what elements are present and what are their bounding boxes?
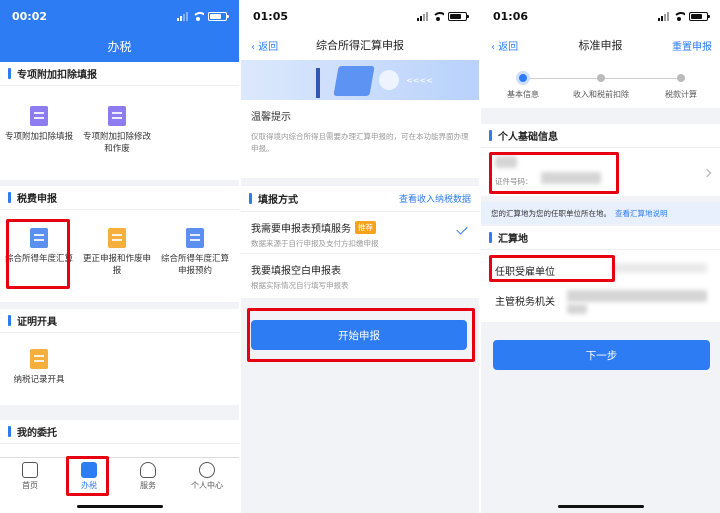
home-indicator [76,505,163,508]
status-time: 00:02 [12,9,48,23]
banner-illustration: <<<< [241,60,479,100]
status-time: 01:05 [253,9,289,23]
status-bar: 01:05 [241,0,479,32]
grid-item-special-deduction-modify[interactable]: 专项附加扣除修改和作废 [82,106,152,155]
next-step-button[interactable]: 下一步 [493,340,710,370]
fill-method-card: 填报方式 查看收入纳税数据 我需要申报表预填服务 推荐 数据来源于自行申报及支付方… [241,186,479,298]
status-time: 01:06 [493,9,529,23]
option-prefill[interactable]: 我需要申报表预填服务 推荐 数据来源于自行申报及支付方扣缴申报 [241,212,479,254]
app-header: 00:02 办税 [0,0,239,62]
document-edit-icon [30,106,48,126]
chevron-right-icon[interactable] [702,168,712,178]
highlight-box [66,456,109,496]
back-button[interactable]: ‹ 返回 [241,38,301,53]
annual-settlement-screen: 01:05 ‹ 返回 综合所得汇算申报 <<<< 温馨提示 仅取得境内综合所得且… [241,0,479,513]
highlight-box [247,308,475,362]
section-title: 证明开具 [17,317,57,328]
battery-icon [448,11,469,21]
signal-icon [417,11,428,21]
signal-icon [177,11,188,21]
highlight-box [489,255,615,282]
bottom-tab-bar: 首页 办税 服务 个人中心 [0,457,239,513]
section-title: 专项附加扣除填报 [17,70,97,81]
fill-method-title: 填报方式 [258,195,298,206]
recommend-badge: 推荐 [355,221,376,234]
redacted-tax-authority-2 [567,304,587,314]
page-title: 标准申报 [578,39,623,52]
option-desc: 根据实际情况自行填写申报表 [251,281,349,290]
redacted-tax-authority [567,290,707,302]
home-icon [22,462,38,478]
wifi-icon [432,11,444,21]
page-title: 综合所得汇算申报 [316,39,404,52]
section-title: 我的委托 [17,428,57,439]
settlement-notice: 您的汇算地为您的任职单位所在地。 查看汇算地说明 [481,202,720,224]
grid-item-special-deduction-fill[interactable]: 专项附加扣除填报 [4,106,74,143]
progress-steps: 基本信息 收入和税前扣除 税款计算 [481,60,720,108]
wifi-icon [192,11,204,21]
view-income-data-link[interactable]: 查看收入纳税数据 [399,192,471,205]
option-blank-form[interactable]: 我要填报空白申报表 根据实际情况自行填写申报表 [241,254,479,296]
back-button[interactable]: ‹ 返回 [481,38,541,53]
status-bar: 00:02 [0,0,239,32]
correct-filing-icon [108,228,126,248]
section-my-delegation: 我的委托 [0,420,239,460]
status-bar: 01:06 [481,0,720,32]
heart-icon [140,462,156,478]
nav-bar: 01:06 ‹ 返回 标准申报 重置申报 [481,0,720,60]
tips-card: 温馨提示 仅取得境内综合所得且需要办理汇算申报的，可在本功能界面办理申报。 [241,100,479,178]
section-special-deduction: 专项附加扣除填报 专项附加扣除填报 专项附加扣除修改和作废 [0,62,239,180]
step-tax-calculation: 税款计算 [641,74,720,100]
step-income-deduction: 收入和税前扣除 [561,74,641,100]
home-indicator [557,505,644,508]
grid-item-settlement-appointment[interactable]: 综合所得年度汇算申报预约 [160,228,230,277]
option-title: 我要填报空白申报表 [251,266,341,277]
signal-icon [658,11,669,21]
tab-profile[interactable]: 个人中心 [182,462,232,491]
tips-body: 仅取得境内综合所得且需要办理汇算申报的，可在本功能界面办理申报。 [251,132,469,153]
tips-title: 温馨提示 [251,112,291,123]
grid-item-tax-record[interactable]: 纳税记录开具 [4,349,74,386]
info-title: 个人基础信息 [498,132,558,143]
highlight-box [489,152,619,194]
battery-icon [689,11,710,21]
battery-icon [208,11,229,21]
nav-bar: 01:05 ‹ 返回 综合所得汇算申报 [241,0,479,60]
page-title: 办税 [107,40,132,54]
option-title: 我需要申报表预填服务 [251,224,351,235]
settlement-explain-link[interactable]: 查看汇算地说明 [615,208,668,219]
document-modify-icon [108,106,126,126]
section-title: 税费申报 [17,194,57,205]
circle-decoration-icon [379,70,399,90]
person-icon [199,462,215,478]
tax-authority-row-label[interactable]: 主管税务机关 [495,293,555,308]
step-basic-info: 基本信息 [483,74,563,100]
certificate-icon [30,349,48,369]
grid-item-correct-filing[interactable]: 更正申报和作废申报 [82,228,152,277]
banner-arrows: <<<< [406,76,433,85]
highlight-box [6,219,70,289]
figure-icon [316,68,320,98]
calendar-icon [186,228,204,248]
standard-filing-screen: 01:06 ‹ 返回 标准申报 重置申报 基本信息 收入和税前扣除 税款计算 个… [481,0,720,513]
place-title: 汇算地 [498,234,528,245]
option-desc: 数据来源于自行申报及支付方扣缴申报 [251,239,379,248]
redacted-employer [611,263,707,273]
tab-service[interactable]: 服务 [123,462,173,491]
wifi-icon [673,11,685,21]
tax-home-screen: 00:02 办税 专项附加扣除填报 专项附加扣除填报 专项附加扣除修改和作废 税… [0,0,239,513]
tab-home[interactable]: 首页 [5,462,55,491]
screen-illustration-icon [333,66,375,96]
reset-filing-button[interactable]: 重置申报 [660,38,720,53]
section-certificate: 证明开具 纳税记录开具 [0,309,239,405]
